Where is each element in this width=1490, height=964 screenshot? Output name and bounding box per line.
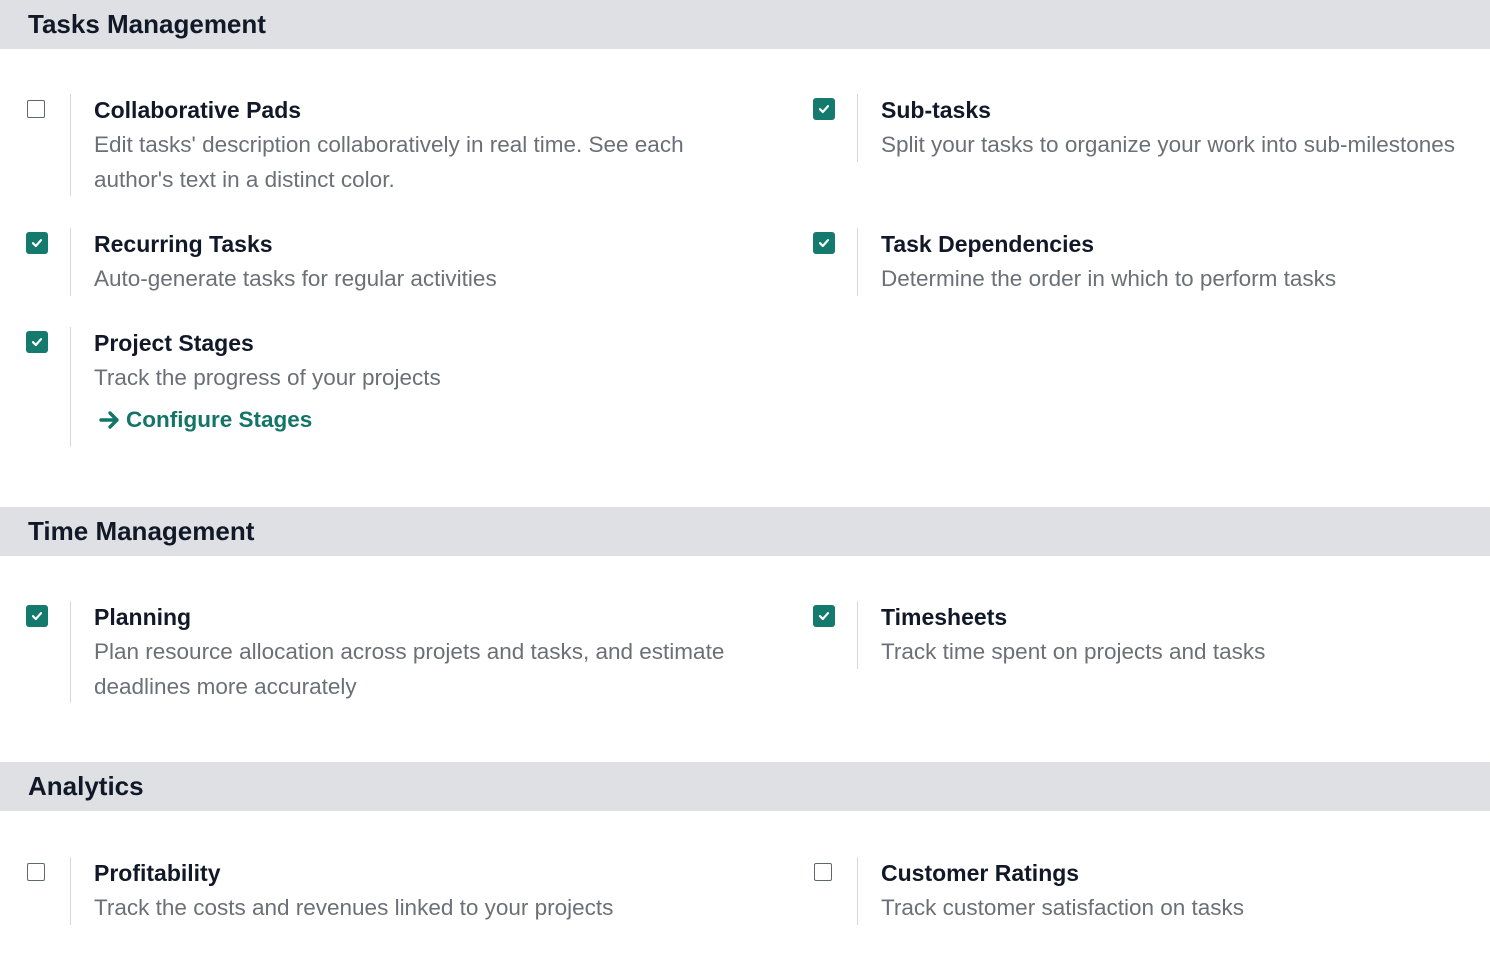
setting-project-stages: Project Stages Track the progress of you… [26, 327, 747, 447]
planning-checkbox[interactable] [26, 605, 48, 627]
setting-description: Track customer satisfaction on tasks [881, 895, 1245, 920]
setting-divider [70, 601, 71, 703]
sub-tasks-checkbox[interactable] [813, 98, 835, 120]
configure-stages-label: Configure Stages [126, 407, 313, 432]
setting-sub-tasks: Sub-tasks Split your tasks to organize y… [813, 94, 1490, 162]
timesheets-checkbox[interactable] [813, 605, 835, 627]
setting-recurring-tasks: Recurring Tasks Auto-generate tasks for … [26, 228, 747, 296]
setting-divider [70, 327, 71, 447]
setting-divider [857, 601, 858, 669]
setting-collaborative-pads: Collaborative Pads Edit tasks' descripti… [27, 94, 747, 196]
setting-divider [857, 94, 858, 162]
setting-description: Split your tasks to organize your work i… [881, 132, 1456, 157]
checkmark-icon [818, 105, 830, 114]
setting-description: Track the costs and revenues linked to y… [94, 895, 614, 920]
section-header-time-management: Time Management [0, 507, 1490, 556]
setting-customer-ratings: Customer Ratings Track customer satisfac… [814, 857, 1490, 925]
setting-profitability: Profitability Track the costs and revenu… [27, 857, 747, 925]
setting-description: Track the progress of your projects [94, 365, 441, 390]
project-stages-checkbox[interactable] [26, 331, 48, 353]
setting-timesheets: Timesheets Track time spent on projects … [813, 601, 1490, 669]
setting-planning: Planning Plan resource allocation across… [26, 601, 787, 703]
setting-task-dependencies: Task Dependencies Determine the order in… [813, 228, 1490, 296]
setting-divider [70, 94, 71, 196]
setting-divider [857, 857, 858, 925]
collaborative-pads-checkbox[interactable] [27, 100, 45, 118]
setting-divider [70, 857, 71, 925]
setting-title: Project Stages [94, 330, 254, 356]
setting-description: Track time spent on projects and tasks [881, 639, 1266, 664]
checkmark-icon [31, 239, 43, 248]
setting-title: Planning [94, 604, 192, 630]
setting-title: Customer Ratings [881, 860, 1080, 886]
checkmark-icon [31, 338, 43, 347]
section-header-analytics: Analytics [0, 762, 1490, 811]
checkmark-icon [818, 239, 830, 248]
setting-description: Edit tasks' description collaboratively … [94, 132, 684, 192]
section-header-tasks-management: Tasks Management [0, 0, 1490, 49]
profitability-checkbox[interactable] [27, 863, 45, 881]
setting-title: Sub-tasks [881, 97, 991, 123]
section-title: Analytics [28, 771, 144, 801]
arrow-right-icon [99, 411, 119, 429]
checkmark-icon [31, 612, 43, 621]
setting-title: Collaborative Pads [94, 97, 302, 123]
setting-divider [70, 228, 71, 296]
section-title: Time Management [28, 516, 255, 546]
setting-description: Auto-generate tasks for regular activiti… [94, 266, 497, 291]
setting-title: Task Dependencies [881, 231, 1095, 257]
setting-title: Timesheets [881, 604, 1008, 630]
task-dependencies-checkbox[interactable] [813, 232, 835, 254]
recurring-tasks-checkbox[interactable] [26, 232, 48, 254]
setting-divider [857, 228, 858, 296]
customer-ratings-checkbox[interactable] [814, 863, 832, 881]
section-title: Tasks Management [28, 9, 266, 39]
setting-title: Profitability [94, 860, 221, 886]
configure-stages-link[interactable]: Configure Stages [99, 407, 744, 433]
setting-description: Plan resource allocation across projets … [94, 639, 725, 699]
checkmark-icon [818, 612, 830, 621]
setting-description: Determine the order in which to perform … [881, 266, 1337, 291]
setting-title: Recurring Tasks [94, 231, 273, 257]
